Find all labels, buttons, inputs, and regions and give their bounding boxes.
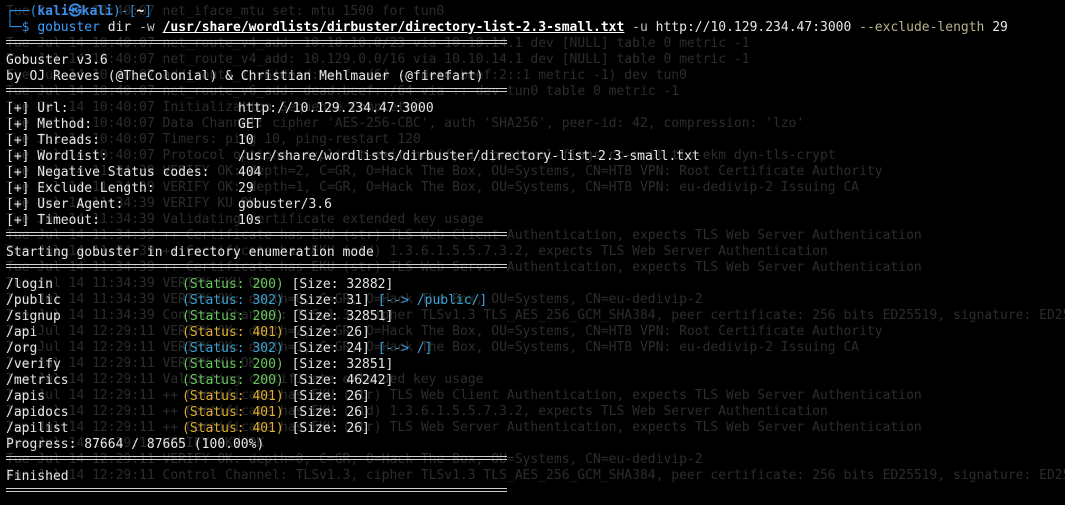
result-size: [Size: 32882] (291, 277, 394, 292)
config-key: [+] Timeout: (6, 213, 100, 228)
config-row: [+] Exclude Length: 29 (6, 181, 254, 197)
result-status: (Status: 200) (182, 277, 284, 292)
banner-version: Gobuster v3.6 (6, 53, 108, 68)
config-row: [+] Timeout: 10s (6, 213, 261, 229)
result-status: (Status: 401) (182, 405, 284, 420)
separator-rule (6, 456, 507, 460)
result-path: /login (6, 277, 53, 292)
prompt-corner-bottom: └─$ (6, 20, 38, 35)
command-exclude-flag: --exclude-length (851, 20, 985, 35)
result-redirect: [--> /] (377, 341, 433, 356)
result-row: /api (Status: 401) [Size: 26] (6, 325, 370, 341)
command-url-flag: -u (624, 20, 656, 35)
config-value: 10 (238, 133, 254, 148)
separator-rule (6, 488, 507, 492)
result-size: [Size: 26] (291, 421, 370, 436)
result-status: (Status: 200) (182, 309, 284, 324)
result-row: /login (Status: 200) [Size: 32882] (6, 277, 393, 293)
result-size: [Size: 32851] (291, 309, 394, 324)
result-size: [Size: 32851] (291, 357, 394, 372)
result-status: (Status: 302) (182, 341, 284, 356)
result-path: /apis (6, 389, 46, 404)
prompt-line: ┌──(kali㉿kali)-[~] (6, 4, 152, 20)
config-key: [+] Negative Status codes: (6, 165, 210, 180)
separator-rule (6, 40, 507, 44)
result-size: [Size: 26] (291, 389, 370, 404)
progress-line: Progress: 87664 / 87665 (100.00%) (6, 437, 265, 452)
prompt-corner-top: ┌──( (6, 4, 38, 19)
result-path: /metrics (6, 373, 69, 388)
config-row: [+] User Agent: gobuster/3.6 (6, 197, 332, 213)
result-row: /verify (Status: 200) [Size: 32851] (6, 357, 393, 373)
result-size: [Size: 24] (291, 341, 370, 356)
config-row: [+] Wordlist: /usr/share/wordlists/dirbus… (6, 149, 700, 165)
prompt-user-host: kali㉿kali (37, 4, 113, 19)
result-row: /org (Status: 302) [Size: 24] [--> /] (6, 341, 432, 357)
result-size: [Size: 46242] (291, 373, 394, 388)
result-status: (Status: 401) (182, 325, 284, 340)
result-redirect: [--> /public/] (377, 293, 488, 308)
command-wordlist-flag: -w (139, 20, 163, 35)
prompt-separator: )-[ (112, 4, 137, 19)
result-row: /apilist (Status: 401) [Size: 26] (6, 421, 370, 437)
config-value: 10s (238, 213, 262, 228)
command-line: └─$ gobuster dir -w /usr/share/wordlists… (6, 20, 1008, 36)
result-status: (Status: 401) (182, 421, 284, 436)
result-size: [Size: 26] (291, 325, 370, 340)
terminal-output[interactable]: ┌──(kali㉿kali)-[~] └─$ gobuster dir -w /… (0, 0, 1065, 505)
starting-message: Starting gobuster in directory enumerati… (6, 245, 374, 260)
command-wordlist-path: /usr/share/wordlists/dirbuster/directory… (162, 20, 625, 35)
result-status: (Status: 200) (182, 357, 284, 372)
config-row: [+] Url: http://10.129.234.47:3000 (6, 101, 434, 117)
config-value: 404 (238, 165, 262, 180)
config-key: [+] User Agent: (6, 197, 124, 212)
result-path: /apidocs (6, 405, 69, 420)
config-value: gobuster/3.6 (238, 197, 332, 212)
result-path: /org (6, 341, 38, 356)
result-row: /apis (Status: 401) [Size: 26] (6, 389, 370, 405)
separator-rule (6, 88, 507, 92)
config-key: [+] Method: (6, 117, 93, 132)
config-row: [+] Method: GET (6, 117, 261, 133)
result-size: [Size: 31] (291, 293, 370, 308)
result-path: /verify (6, 357, 61, 372)
config-value: 29 (238, 181, 254, 196)
command-subcommand: dir (99, 20, 140, 35)
banner-authors: by OJ Reeves (@TheColonial) & Christian … (6, 69, 484, 84)
config-value: http://10.129.234.47:3000 (238, 101, 434, 116)
config-row: [+] Threads: 10 (6, 133, 254, 149)
separator-rule (6, 232, 507, 236)
result-row: /signup (Status: 200) [Size: 32851] (6, 309, 393, 325)
config-key: [+] Threads: (6, 133, 100, 148)
result-size: [Size: 26] (291, 405, 370, 420)
prompt-bracket-close: ] (144, 4, 153, 19)
config-value: GET (238, 117, 262, 132)
config-key: [+] Wordlist: (6, 149, 108, 164)
command-exclude-value: 29 (984, 20, 1008, 35)
result-path: /signup (6, 309, 61, 324)
config-key: [+] Exclude Length: (6, 181, 155, 196)
result-path: /api (6, 325, 38, 340)
result-path: /public (6, 293, 61, 308)
result-status: (Status: 401) (182, 389, 284, 404)
command-name: gobuster (37, 20, 100, 35)
config-key: [+] Url: (6, 101, 69, 116)
result-status: (Status: 302) (182, 293, 284, 308)
result-status: (Status: 200) (182, 373, 284, 388)
result-row: /metrics (Status: 200) [Size: 46242] (6, 373, 393, 389)
result-path: /apilist (6, 421, 69, 436)
separator-rule (6, 264, 507, 268)
result-row: /public (Status: 302) [Size: 31] [--> /pu… (6, 293, 487, 309)
config-value: /usr/share/wordlists/dirbuster/directory… (238, 149, 700, 164)
config-row: [+] Negative Status codes: 404 (6, 165, 261, 181)
finished-message: Finished (6, 469, 69, 484)
result-row: /apidocs (Status: 401) [Size: 26] (6, 405, 370, 421)
command-url: http://10.129.234.47:3000 (655, 20, 852, 35)
